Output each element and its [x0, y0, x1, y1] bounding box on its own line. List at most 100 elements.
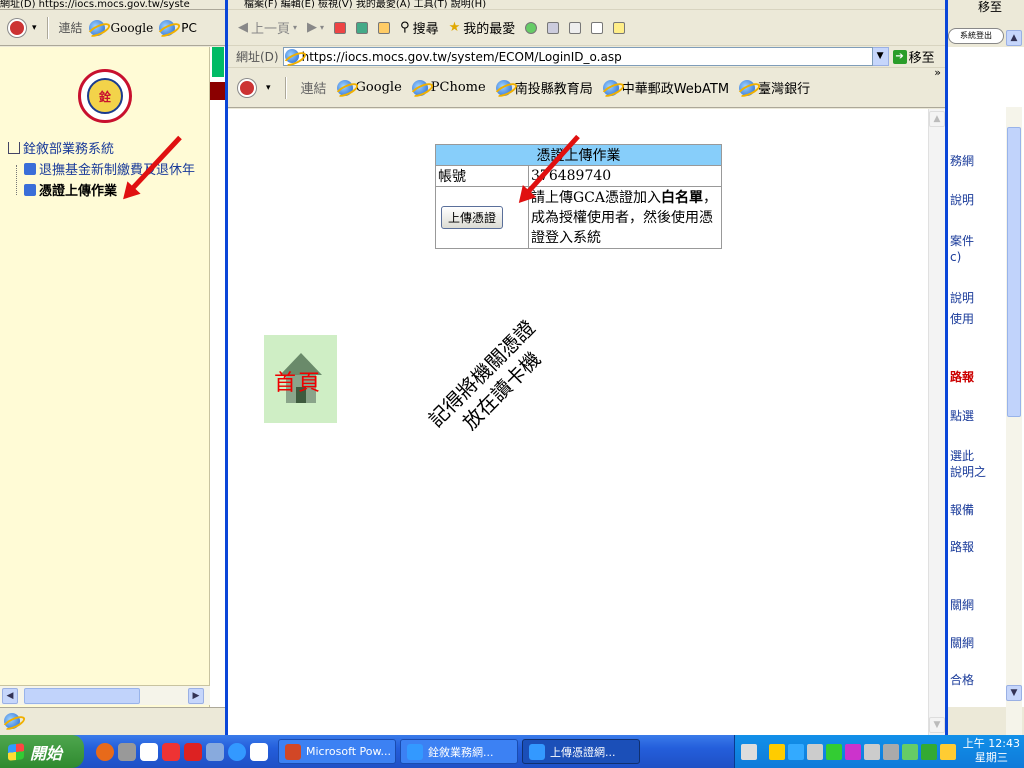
task-cert-upload[interactable]: 上傳憑證網...: [522, 739, 640, 764]
search-button[interactable]: ⚲ 搜尋: [400, 18, 439, 37]
ie-launch-icon[interactable]: [228, 742, 246, 761]
media-icon[interactable]: [8, 18, 26, 37]
address-field-wrap: [279, 47, 873, 66]
bg-right-text[interactable]: 合格: [950, 672, 974, 688]
tray-app-icon[interactable]: [788, 743, 804, 760]
chevron-up-icon[interactable]: ▲: [929, 111, 945, 127]
bg-right-text[interactable]: 案件: [950, 233, 974, 249]
tray-app-icon[interactable]: [845, 743, 861, 760]
bg-right-text[interactable]: 關網: [950, 635, 974, 651]
chevron-up-icon[interactable]: ▲: [1006, 30, 1022, 46]
refresh-icon[interactable]: [356, 21, 369, 34]
chevron-down-icon[interactable]: ▼: [929, 717, 945, 733]
bg-right-text[interactable]: 說明: [950, 290, 974, 306]
bg-right-text[interactable]: 關網: [950, 597, 974, 613]
media-icon[interactable]: [238, 78, 256, 97]
bg-right-scrollbar[interactable]: ▼: [1006, 107, 1022, 757]
tray-app-icon[interactable]: [940, 743, 956, 760]
bg-right-text[interactable]: c): [950, 249, 961, 265]
history-icon[interactable]: [525, 21, 538, 34]
chart-icon[interactable]: [140, 742, 158, 761]
mail-icon[interactable]: [547, 21, 560, 34]
home-link[interactable]: 首頁: [264, 335, 337, 423]
network-icon[interactable]: [807, 743, 823, 760]
favorites-button[interactable]: ★ 我的最愛: [449, 18, 516, 37]
messenger-icon[interactable]: [613, 21, 626, 34]
logout-button[interactable]: 系統登出: [948, 28, 1004, 44]
print-icon[interactable]: [569, 21, 582, 34]
bg-right-text[interactable]: 點選: [950, 408, 974, 424]
tree-item-pension[interactable]: 退撫基金新制繳費及退休年: [24, 161, 195, 181]
star-icon: ★: [448, 20, 461, 35]
page-icon: [24, 184, 36, 196]
address-input[interactable]: [282, 47, 873, 66]
bg-window-addressbar: 網址(D) https://iocs.mocs.gov.tw/syste: [0, 0, 230, 10]
go-arrow-icon: ➔: [892, 49, 907, 64]
scroll-left-icon[interactable]: ◀: [2, 688, 18, 704]
network-icon[interactable]: [864, 743, 880, 760]
bg-right-text[interactable]: 務網: [950, 153, 974, 169]
bg-right-text[interactable]: 選此: [950, 448, 974, 464]
keyboard-icon[interactable]: [741, 743, 757, 760]
home-tree-icon: [8, 142, 20, 154]
link-bank-of-taiwan[interactable]: 臺灣銀行: [739, 78, 810, 97]
bg-right-text[interactable]: 路報: [950, 369, 974, 385]
tree-root[interactable]: 銓敘部業務系統: [8, 140, 114, 160]
windows-flag-icon: [8, 742, 24, 761]
tray-app-icon[interactable]: [769, 743, 785, 760]
scroll-right-icon[interactable]: ▶: [188, 688, 204, 704]
browser-window: 檔案(F) 編輯(E) 檢視(V) 我的最愛(A) 工具(T) 說明(H) ◀ 上…: [225, 0, 948, 735]
ministry-logo: 銓: [78, 69, 132, 123]
link-post-webatm[interactable]: 中華郵政WebATM: [602, 78, 729, 97]
stop-icon[interactable]: [334, 21, 347, 34]
chevron-down-icon[interactable]: ▼: [1006, 685, 1022, 701]
bg-link-pchome[interactable]: PC: [181, 21, 197, 35]
ie-icon: [602, 79, 619, 96]
bg-right-text[interactable]: 報備: [950, 502, 974, 518]
bg-link-google[interactable]: Google: [111, 21, 154, 35]
ie-icon: [407, 743, 423, 760]
menu-text[interactable]: 檔案(F) 編輯(E) 檢視(V) 我的最愛(A) 工具(T) 說明(H): [244, 0, 486, 9]
bg-go-label[interactable]: 移至: [978, 0, 1002, 15]
link-pchome[interactable]: PChome: [411, 79, 486, 96]
link-nantou-edu[interactable]: 南投縣教育局: [495, 78, 593, 97]
task-mocs-site[interactable]: 銓敘業務網...: [400, 739, 518, 764]
link-label: 臺灣銀行: [758, 82, 811, 97]
clock[interactable]: 上午 12:43 星期三: [963, 737, 1020, 765]
start-button[interactable]: 開始: [0, 735, 84, 768]
tray-app-icon[interactable]: [921, 743, 937, 760]
start-label: 開始: [30, 743, 63, 763]
bg-right-text[interactable]: 說明: [950, 192, 974, 208]
edit-icon[interactable]: [591, 21, 604, 34]
upload-cert-button[interactable]: 上傳憑證: [441, 206, 504, 229]
content-scrollbar[interactable]: ▲ ▼: [928, 109, 945, 735]
media-icon[interactable]: [206, 742, 224, 761]
address-dropdown-icon[interactable]: ▼: [871, 47, 889, 66]
tree-item-cert-upload[interactable]: 憑證上傳作業: [24, 182, 117, 202]
home-icon[interactable]: [378, 21, 391, 34]
browser-menubar[interactable]: 檔案(F) 編輯(E) 檢視(V) 我的最愛(A) 工具(T) 說明(H): [228, 0, 945, 10]
desktop-icon[interactable]: [250, 742, 268, 761]
tray-app-icon[interactable]: [826, 743, 842, 760]
go-button[interactable]: ➔ 移至: [892, 47, 935, 66]
bg-right-text[interactable]: 使用: [950, 311, 974, 327]
go-label: 移至: [908, 51, 935, 66]
chevron-more-icon[interactable]: »: [934, 68, 941, 79]
scroll-thumb[interactable]: [1007, 127, 1021, 417]
tool-icon[interactable]: [118, 742, 136, 761]
ie-icon: [411, 79, 428, 96]
tray-app-icon[interactable]: [902, 743, 918, 760]
ie-icon: [495, 79, 512, 96]
back-button[interactable]: ◀ 上一頁 ▾: [238, 18, 297, 37]
task-powerpoint[interactable]: Microsoft Pow...: [278, 739, 396, 764]
firefox-icon[interactable]: [96, 742, 114, 761]
s-app-icon[interactable]: [184, 742, 202, 761]
tray-app-icon[interactable]: [883, 743, 899, 760]
forward-button[interactable]: ▶ ▾: [307, 20, 324, 35]
scroll-thumb[interactable]: [24, 688, 140, 704]
bg-right-text[interactable]: 說明之: [950, 464, 986, 480]
medkit-icon[interactable]: [162, 742, 180, 761]
bg-right-text[interactable]: 路報: [950, 539, 974, 555]
bg-horizontal-scrollbar[interactable]: ◀ ▶: [0, 685, 210, 705]
link-google[interactable]: Google: [336, 79, 402, 96]
